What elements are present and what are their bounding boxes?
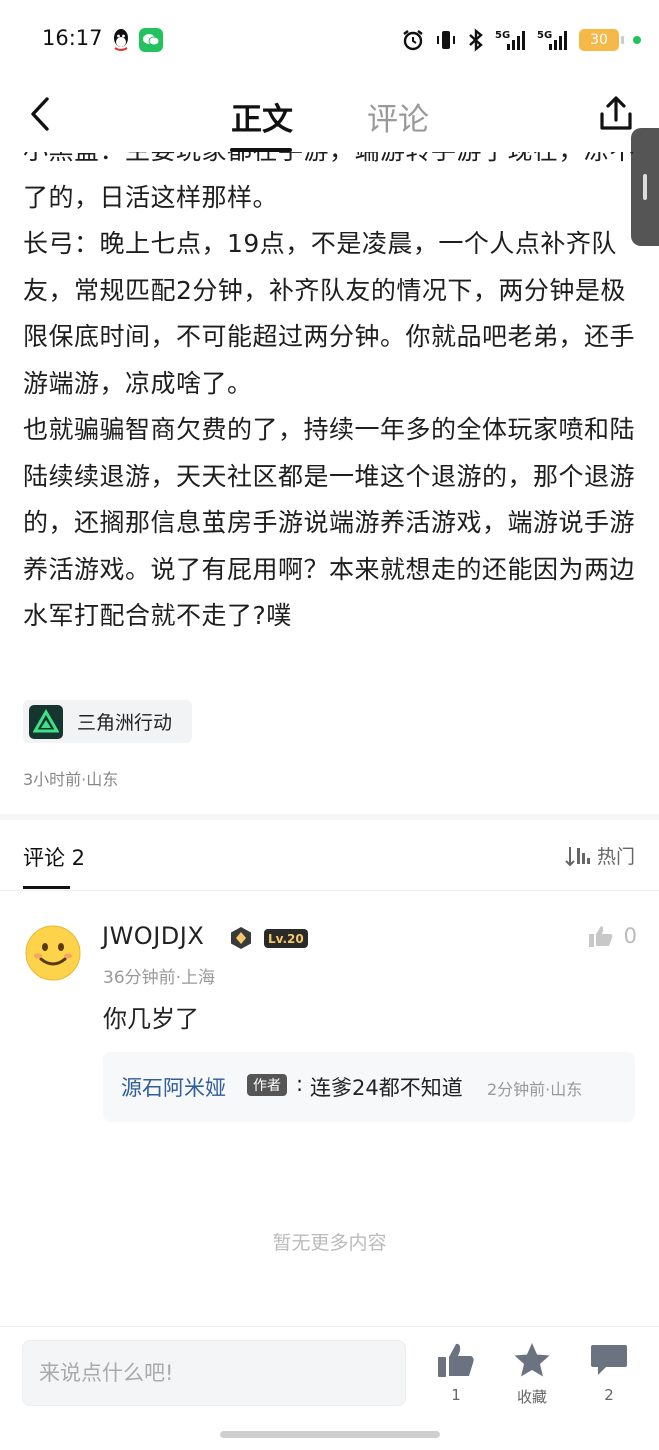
bottom-bar-divider [0,1326,659,1327]
sort-icon [565,846,590,866]
article-body: 小黑盒：主要玩家都在手游，端游转手游了现在，凉不了的，日活这样那样。 长弓：晚上… [23,152,643,682]
reply-box[interactable]: 源石阿米娅 作者 : 连爹24都不知道 2分钟前·山东 [103,1052,635,1122]
comment-like-count: 0 [623,924,637,948]
comment-button[interactable]: 2 [579,1342,639,1404]
article-paragraph: 也就骗骗智商欠费的了，持续一年多的全体玩家喷和陆陆续续退游，天天社区都是一堆这个… [23,415,636,630]
comments-title-underline [23,886,70,889]
article-paragraph: 小黑盒：主要玩家都在手游，端游转手游了现在，凉不了的，日活这样那样。 [23,152,635,212]
status-time: 16:17 [42,26,103,50]
thumbs-up-icon [588,926,612,947]
avatar[interactable] [25,925,81,981]
comment-like-button[interactable]: 0 [588,924,637,948]
reply-username[interactable]: 源石阿米娅 [121,1072,226,1102]
comment-bubble-icon [591,1345,627,1375]
star-icon [514,1343,550,1377]
comments-title: 评论 2 [23,846,86,870]
sort-label: 热门 [596,846,635,868]
favorite-button[interactable]: 收藏 [502,1342,562,1407]
medal-badge-icon [229,926,253,950]
comment-text: 你几岁了 [103,1005,199,1033]
share-icon [600,96,632,130]
thumbs-up-icon [438,1343,474,1377]
svg-text:5G: 5G [537,30,552,41]
bluetooth-icon [467,28,485,52]
back-arrow-icon [31,97,49,131]
tab-main-text[interactable]: 正文 [231,94,293,139]
section-divider [0,814,659,820]
battery-indicator: 30 [579,29,624,51]
comment-count: 2 [604,1386,614,1404]
level-badge: Lv.20 [264,929,308,948]
author-badge: 作者 [247,1074,287,1096]
status-bar: 16:17 5G 5G 30 [0,0,659,80]
share-button[interactable] [597,94,635,134]
privacy-dot [633,36,641,44]
signal-5g-icon: 5G [537,28,569,52]
like-count: 1 [451,1386,461,1404]
article-meta: 3小时前·山东 [23,770,119,789]
article-paragraph: 长弓：晚上七点，19点，不是凌晨，一个人点补齐队友，常规匹配2分钟，补齐队友的情… [23,229,636,398]
home-indicator[interactable] [220,1431,440,1438]
like-button[interactable]: 1 [426,1342,486,1404]
favorite-label: 收藏 [516,1388,547,1406]
no-more-content: 暂无更多内容 [272,1232,387,1254]
game-tag[interactable]: 三角洲行动 [23,700,193,743]
svg-text:5G: 5G [495,30,510,41]
vibrate-icon [435,28,457,52]
comments-divider [0,890,659,891]
reply-text: 连爹24都不知道 [310,1076,463,1100]
comment-username[interactable]: JWOJDJX [102,922,204,950]
sort-hot-button[interactable]: 热门 [565,842,635,869]
delta-force-logo-icon [29,704,63,739]
reply-meta: 2分钟前·山东 [487,1080,583,1099]
comment-input[interactable] [23,1341,405,1405]
signal-5g-icon: 5G [495,28,527,52]
alarm-icon [401,28,425,52]
back-button[interactable] [20,92,60,136]
tab-comments[interactable]: 评论 [367,94,429,139]
wechat-icon [139,28,163,52]
qq-icon [110,28,132,52]
game-tag-label: 三角洲行动 [77,712,173,734]
comment-input-box[interactable] [22,1340,406,1406]
top-nav: 正文 评论 [0,80,659,152]
comment-meta: 36分钟前·上海 [103,968,216,988]
reply-colon: : [296,1072,304,1096]
